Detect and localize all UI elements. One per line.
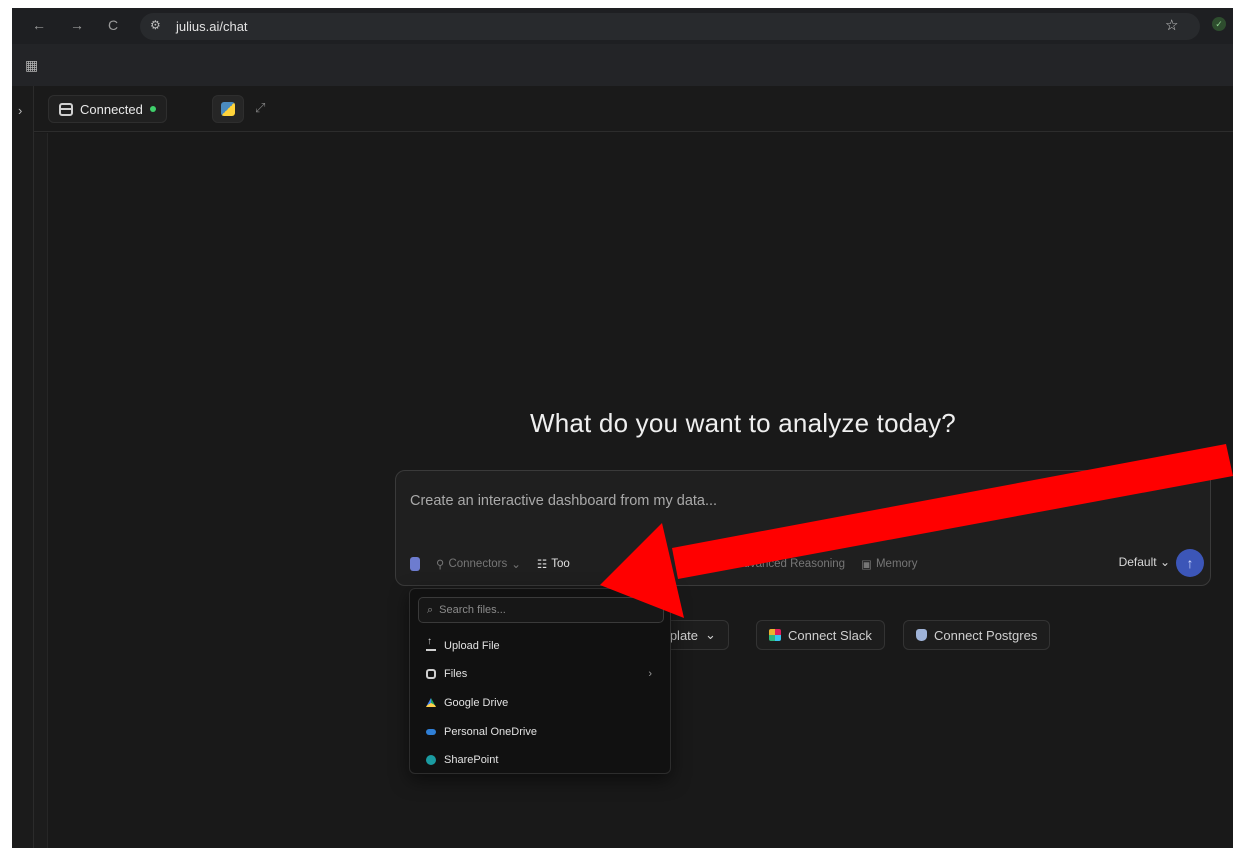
send-button[interactable]: ↑ (1176, 549, 1204, 577)
memory-label: Memory (875, 558, 918, 570)
file-search-input[interactable] (439, 604, 640, 616)
menu-item-files[interactable]: Files › (418, 661, 664, 687)
app-screen: ← → C ⚙ julius.ai/chat ☆ ✓ ▦ › Connected… (12, 8, 1233, 848)
memory-icon: ▣ (861, 559, 872, 571)
model-select-label: Default (1118, 555, 1157, 569)
menu-item-label: Upload File (444, 640, 500, 652)
connection-label: Connected (80, 101, 143, 117)
attach-icon (410, 557, 420, 571)
model-select[interactable]: Default ⌄ (1119, 555, 1170, 569)
left-rail: › (12, 86, 34, 848)
connection-status-button[interactable]: Connected (48, 95, 167, 123)
upload-icon (426, 636, 436, 651)
reload-icon[interactable]: C (104, 16, 122, 34)
connectors-label: Connectors (448, 558, 508, 570)
onedrive-icon (426, 729, 436, 735)
menu-item-sharepoint[interactable]: SharePoint (418, 747, 664, 773)
menu-item-onedrive[interactable]: Personal OneDrive (418, 719, 664, 745)
extension-icon[interactable]: ✓ (1212, 17, 1226, 31)
menu-item-google-drive[interactable]: Google Drive (418, 690, 664, 716)
back-icon[interactable]: ← (30, 16, 48, 34)
connect-postgres-label: Connect Postgres (934, 627, 1038, 643)
side-panel (34, 133, 48, 848)
google-drive-icon (426, 698, 436, 707)
prompt-input[interactable]: Create an interactive dashboard from my … (410, 493, 717, 509)
bookmarks-bar: ▦ (12, 44, 1233, 86)
file-source-menu: ⌕ Upload File Files › Google Drive Perso… (409, 588, 671, 774)
status-dot-icon (149, 106, 156, 112)
menu-item-upload-file[interactable]: Upload File (418, 633, 664, 659)
file-search[interactable]: ⌕ (418, 597, 664, 623)
menu-item-label: Files (444, 668, 468, 680)
browser-toolbar: ← → C ⚙ julius.ai/chat ☆ ✓ (12, 8, 1233, 44)
plug-icon: ⚲ (436, 559, 445, 571)
chevron-down-icon: ⌄ (511, 559, 521, 571)
menu-item-label: Personal OneDrive (444, 726, 537, 738)
reasoning-label: Advanced Reasoning (735, 558, 846, 570)
bookmark-star-icon[interactable]: ☆ (1165, 16, 1178, 34)
composer-tools: ⚲ Connectors ⌄ ☷ Too Advanced Reasoning … (410, 553, 1196, 575)
url-text: julius.ai/chat (176, 19, 248, 34)
tools-icon: ☷ (536, 559, 548, 571)
slack-icon (769, 629, 781, 641)
chevron-down-icon: ⌄ (705, 627, 716, 642)
files-icon (426, 669, 436, 679)
expand-sidebar-icon[interactable]: › (18, 103, 22, 118)
menu-item-label: Google Drive (444, 697, 509, 709)
python-runtime-button[interactable] (212, 95, 244, 123)
connect-slack-button[interactable]: Connect Slack (756, 620, 885, 650)
server-icon (59, 102, 73, 116)
app-toolbar: Connected ⤢ (34, 86, 1233, 132)
menu-item-label: SharePoint (444, 754, 499, 766)
postgres-icon (916, 629, 927, 641)
python-icon (221, 102, 235, 116)
attach-button[interactable] (410, 557, 420, 571)
tools-label: Too (551, 558, 570, 570)
sharepoint-icon (426, 755, 436, 765)
connect-slack-label: Connect Slack (788, 627, 872, 643)
memory-toggle[interactable]: ▣ Memory (861, 557, 917, 571)
forward-icon[interactable]: → (68, 16, 86, 34)
link-icon[interactable]: ⤢ (255, 100, 265, 116)
search-icon: ⌕ (427, 603, 434, 616)
connectors-button[interactable]: ⚲ Connectors ⌄ (436, 557, 521, 571)
site-settings-icon[interactable]: ⚙ (150, 18, 161, 32)
apps-grid-icon[interactable]: ▦ (25, 57, 38, 74)
reasoning-toggle[interactable]: Advanced Reasoning (736, 558, 845, 570)
chevron-right-icon: › (648, 668, 652, 680)
tools-button[interactable]: ☷ Too (537, 557, 570, 571)
chat-composer: Create an interactive dashboard from my … (395, 470, 1211, 586)
page-heading: What do you want to analyze today? (530, 408, 956, 438)
connect-postgres-button[interactable]: Connect Postgres (903, 620, 1051, 650)
address-bar[interactable]: ⚙ julius.ai/chat (140, 13, 1200, 40)
